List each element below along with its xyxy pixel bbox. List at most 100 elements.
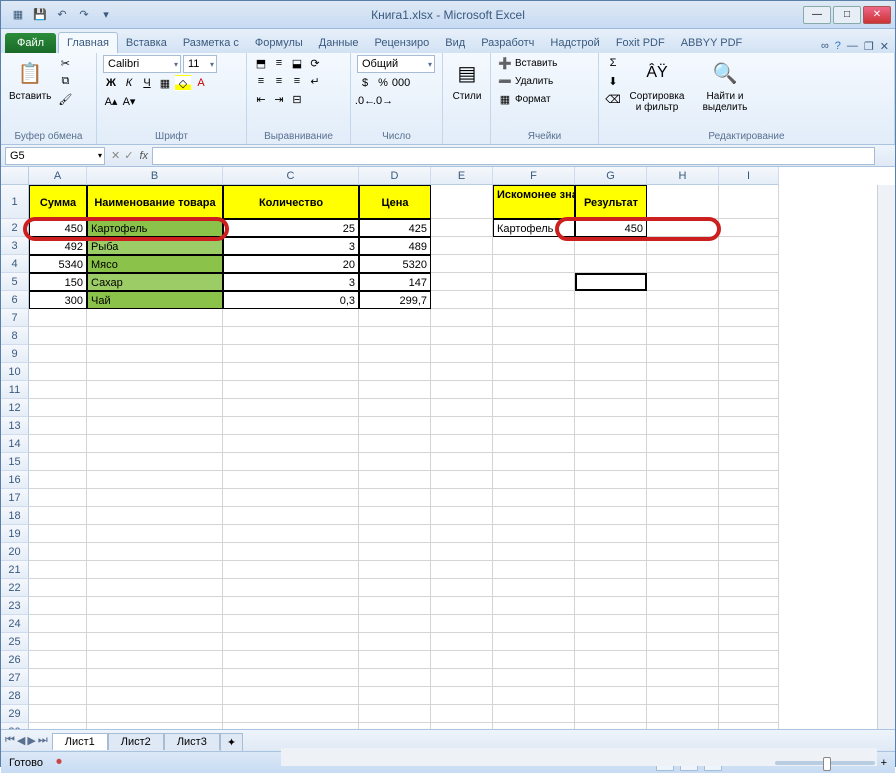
cell-empty[interactable] [493, 633, 575, 651]
cell-C1[interactable]: Количество [223, 185, 359, 219]
cell-empty[interactable] [647, 363, 719, 381]
row-header-20[interactable]: 20 [1, 543, 29, 561]
tab-insert[interactable]: Вставка [118, 33, 175, 53]
percent-icon[interactable]: % [375, 75, 391, 91]
tab-foxit[interactable]: Foxit PDF [608, 33, 673, 53]
cell-empty[interactable] [493, 345, 575, 363]
cell-empty[interactable] [575, 471, 647, 489]
cell-empty[interactable] [87, 453, 223, 471]
cell-C4[interactable]: 20 [223, 255, 359, 273]
cell-empty[interactable] [29, 543, 87, 561]
cell-empty[interactable] [359, 327, 431, 345]
zoom-slider[interactable] [775, 761, 875, 765]
col-header-G[interactable]: G [575, 167, 647, 185]
cell-empty[interactable] [647, 597, 719, 615]
cell-D2[interactable]: 425 [359, 219, 431, 237]
row-header-8[interactable]: 8 [1, 327, 29, 345]
select-all-corner[interactable] [1, 167, 29, 185]
cell-B1[interactable]: Наименование товара [87, 185, 223, 219]
cell-empty[interactable] [29, 633, 87, 651]
cell-empty[interactable] [431, 327, 493, 345]
cell-empty[interactable] [493, 363, 575, 381]
insert-cells-icon[interactable]: ➕ [497, 55, 513, 71]
decrease-decimal-icon[interactable]: .0→ [375, 93, 391, 109]
cell-empty[interactable] [223, 669, 359, 687]
align-middle-icon[interactable]: ≡ [271, 55, 287, 71]
format-painter-icon[interactable]: 🖌 [57, 91, 73, 107]
maximize-button[interactable]: □ [833, 6, 861, 24]
cell-empty[interactable] [359, 363, 431, 381]
cell-empty[interactable] [431, 525, 493, 543]
cell-A3[interactable]: 492 [29, 237, 87, 255]
formula-bar[interactable] [152, 147, 875, 165]
macro-record-icon[interactable]: ⏺ [51, 755, 67, 771]
cell-empty[interactable] [87, 561, 223, 579]
cell-empty[interactable] [575, 327, 647, 345]
name-box[interactable]: G5 [5, 147, 105, 165]
cell-empty[interactable] [493, 309, 575, 327]
row-header-16[interactable]: 16 [1, 471, 29, 489]
row-header-26[interactable]: 26 [1, 651, 29, 669]
italic-icon[interactable]: К [121, 75, 137, 91]
cell-empty[interactable] [493, 381, 575, 399]
row-header-15[interactable]: 15 [1, 453, 29, 471]
cell-empty[interactable] [359, 435, 431, 453]
cell-empty[interactable] [87, 705, 223, 723]
cell-empty[interactable] [223, 633, 359, 651]
cell-empty[interactable] [719, 687, 779, 705]
row-header-14[interactable]: 14 [1, 435, 29, 453]
paste-button[interactable]: 📋 Вставить [7, 55, 53, 104]
row-header-3[interactable]: 3 [1, 237, 29, 255]
cell-empty[interactable] [647, 633, 719, 651]
cell-empty[interactable] [29, 453, 87, 471]
cell-G1[interactable]: Результат [575, 185, 647, 219]
grow-font-icon[interactable]: A▴ [103, 93, 119, 109]
cancel-formula-icon[interactable]: ✕ [111, 149, 120, 162]
cell-empty[interactable] [493, 471, 575, 489]
cell-empty[interactable] [575, 561, 647, 579]
tab-review[interactable]: Рецензиро [367, 33, 438, 53]
decrease-indent-icon[interactable]: ⇤ [253, 91, 269, 107]
cell-empty[interactable] [493, 489, 575, 507]
cell-empty[interactable] [719, 561, 779, 579]
row-header-30[interactable]: 30 [1, 723, 29, 729]
cell-A6[interactable]: 300 [29, 291, 87, 309]
cell-empty[interactable] [575, 579, 647, 597]
cell-C6[interactable]: 0,3 [223, 291, 359, 309]
cell-empty[interactable] [719, 669, 779, 687]
cell-empty[interactable] [431, 579, 493, 597]
cell-B5[interactable]: Сахар [87, 273, 223, 291]
cell-empty[interactable] [647, 309, 719, 327]
shrink-font-icon[interactable]: A▾ [121, 93, 137, 109]
orientation-icon[interactable]: ⟳ [307, 55, 323, 71]
col-header-D[interactable]: D [359, 167, 431, 185]
cell-empty[interactable] [575, 489, 647, 507]
cell-empty[interactable] [223, 471, 359, 489]
cell-G5-selected[interactable] [575, 273, 647, 291]
sheet-next-icon[interactable]: ▶ [27, 734, 35, 747]
font-size-combo[interactable]: 11 [183, 55, 217, 73]
border-icon[interactable]: ▦ [157, 75, 173, 91]
row-header-22[interactable]: 22 [1, 579, 29, 597]
cell-D4[interactable]: 5320 [359, 255, 431, 273]
cell-empty[interactable] [493, 687, 575, 705]
cell-empty[interactable] [87, 309, 223, 327]
cell-E1[interactable] [431, 185, 493, 219]
row-header-29[interactable]: 29 [1, 705, 29, 723]
cell-empty[interactable] [223, 435, 359, 453]
cell-empty[interactable] [431, 489, 493, 507]
cell-empty[interactable] [359, 705, 431, 723]
redo-icon[interactable]: ↷ [75, 6, 93, 24]
cell-H1[interactable] [647, 185, 719, 219]
cell-empty[interactable] [647, 579, 719, 597]
cell-empty[interactable] [647, 345, 719, 363]
cell-empty[interactable] [359, 579, 431, 597]
cell-empty[interactable] [223, 543, 359, 561]
cell-empty[interactable] [359, 417, 431, 435]
cell-empty[interactable] [493, 561, 575, 579]
row-header-17[interactable]: 17 [1, 489, 29, 507]
row-header-4[interactable]: 4 [1, 255, 29, 273]
cell-empty[interactable] [359, 381, 431, 399]
cell-empty[interactable] [647, 705, 719, 723]
cell-empty[interactable] [29, 309, 87, 327]
